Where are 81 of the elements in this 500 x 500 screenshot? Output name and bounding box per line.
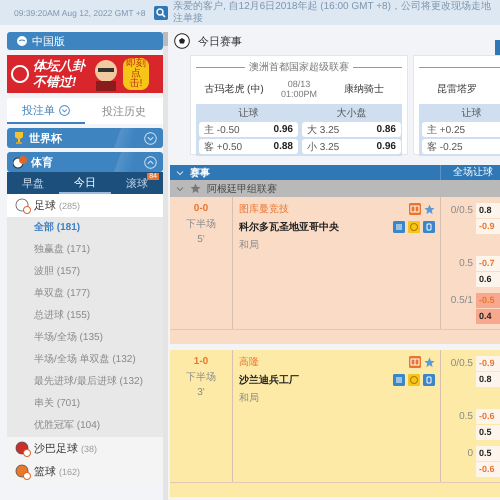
market-tab[interactable]: 早盘 bbox=[7, 172, 59, 194]
market-item[interactable]: 波胆 (157) bbox=[7, 261, 163, 283]
sport-count: (162) bbox=[59, 466, 80, 476]
league-name: 澳洲首都国家超级联赛 bbox=[249, 60, 349, 74]
handicap-text: 0.5 bbox=[458, 257, 474, 271]
market-item[interactable]: 全部 (181) bbox=[7, 217, 163, 239]
team-name: 昆雷塔罗 bbox=[436, 82, 478, 96]
away-team[interactable]: 沙兰迪兵工厂 bbox=[239, 373, 390, 387]
match-period: 下半场 bbox=[186, 218, 216, 231]
match-period: 下半场 bbox=[186, 370, 216, 384]
section-header[interactable]: 体育 bbox=[7, 152, 163, 172]
league-row[interactable]: 阿根廷甲组联赛 bbox=[170, 180, 500, 197]
odds-button[interactable]: -0.6 bbox=[476, 462, 500, 477]
match-card[interactable]: 澳洲首都国家超级联赛 古玛老虎 (中) 08/13 01:00PM 康纳骑士 让球 主 -0.50 0.96 客 +0.50 0.88 大小盘 大 3.25 0.86 小 3.25 0.96 bbox=[190, 55, 408, 155]
promo-banner[interactable]: 体坛八卦 不错过! 即刻点击! bbox=[7, 55, 163, 93]
sport-item[interactable]: 足球 (285) bbox=[7, 194, 163, 217]
match-time: 01:00PM bbox=[280, 89, 318, 99]
bet-tab[interactable]: 投注历史 bbox=[85, 98, 163, 124]
handicap-text: 0 bbox=[466, 447, 474, 461]
odds-button[interactable]: 0.8 bbox=[476, 372, 500, 387]
match-minute: 3' bbox=[197, 387, 205, 398]
market-item[interactable]: 优胜冠军 (104) bbox=[7, 415, 163, 437]
version-bar[interactable]: 中国版 bbox=[7, 32, 163, 50]
odds-button[interactable]: 0.6 bbox=[476, 272, 500, 287]
market-item[interactable]: 串关 (701) bbox=[7, 393, 163, 415]
match-score: 0-0 bbox=[194, 203, 208, 214]
odds-button[interactable]: 主 +0.25 bbox=[422, 122, 500, 137]
market-title: 大小盘 bbox=[336, 106, 368, 120]
notice-text: 亲爱的客户, 自12月6日2018年起 (16:00 GMT +8)，公司将更改现场走地注单接 bbox=[173, 1, 492, 24]
sport-count: (38) bbox=[81, 444, 98, 454]
match-date: 08/13 bbox=[288, 79, 310, 89]
match-card[interactable]: 昆雷塔罗 让球 主 +0.25 客 -0.25 bbox=[413, 55, 500, 155]
odds-button[interactable]: 主 -0.50 0.96 bbox=[199, 122, 298, 137]
version-label: 中国版 bbox=[32, 34, 65, 48]
away-team[interactable]: 科尔多瓦圣地亚哥中央 bbox=[239, 220, 390, 234]
handicap-text: 0/0.5 bbox=[450, 204, 474, 218]
odds-button[interactable]: -0.6 bbox=[476, 409, 500, 424]
handicap-text: 0/0.5 bbox=[450, 357, 474, 371]
odds-button[interactable]: -0.9 bbox=[476, 356, 500, 371]
odds-button[interactable]: -0.7 bbox=[476, 256, 500, 271]
match-minute: 5' bbox=[197, 234, 205, 245]
odds-button[interactable]: 0.5 bbox=[476, 425, 500, 440]
section-header[interactable]: 世界杯 bbox=[7, 128, 163, 148]
market-item[interactable]: 半场/全场 (135) bbox=[7, 327, 163, 349]
odds-button[interactable]: 客 -0.25 bbox=[422, 139, 500, 154]
market-item[interactable]: 半场/全场 单双盘 (132) bbox=[7, 349, 163, 371]
odds-button[interactable]: 小 3.25 0.96 bbox=[302, 139, 401, 154]
bet-tab[interactable]: 投注单 bbox=[7, 98, 85, 124]
odds-button[interactable]: 0.4 bbox=[476, 309, 500, 324]
sport-name: 篮球 bbox=[34, 465, 56, 479]
market-item[interactable]: 独赢盘 (171) bbox=[7, 239, 163, 261]
banner-headline: 体坛八卦 bbox=[33, 58, 85, 74]
market-title: 让球 bbox=[238, 106, 260, 120]
sport-name: 沙巴足球 bbox=[34, 442, 78, 456]
handicap-text: 0.5/1 bbox=[450, 294, 474, 308]
team-name: 古玛老虎 (中) bbox=[203, 82, 265, 96]
odds-button[interactable]: 大 3.25 0.86 bbox=[302, 122, 401, 137]
odds-button[interactable]: 0.8 bbox=[476, 203, 500, 218]
market-title: 让球 bbox=[460, 106, 482, 120]
team-name: 康纳骑士 bbox=[343, 82, 385, 96]
sport-count: (285) bbox=[59, 200, 80, 210]
odds-button[interactable]: -0.9 bbox=[476, 219, 500, 234]
market-item[interactable]: 最先进球/最后进球 (132) bbox=[7, 371, 163, 393]
sport-name: 足球 bbox=[34, 199, 56, 213]
league-name: 阿根廷甲组联赛 bbox=[207, 182, 277, 196]
home-team[interactable]: 高隆 bbox=[239, 355, 406, 369]
market-item[interactable]: 单双盘 (177) bbox=[7, 283, 163, 305]
odds-button[interactable]: 客 +0.50 0.88 bbox=[199, 139, 298, 154]
banner-badge: 即刻点击! bbox=[123, 58, 149, 90]
match-score: 1-0 bbox=[194, 356, 208, 367]
market-item[interactable]: 总进球 (155) bbox=[7, 305, 163, 327]
section-label: 体育 bbox=[31, 155, 54, 170]
odds-button[interactable]: 0.5 bbox=[476, 446, 500, 461]
section-title: 今日赛事 bbox=[198, 34, 243, 48]
draw-label: 和局 bbox=[239, 238, 260, 252]
banner-headline: 不错过! bbox=[33, 74, 78, 90]
section-label: 世界杯 bbox=[29, 132, 64, 146]
clock-text: 09:39:20AM Aug 12, 2022 GMT +8 bbox=[14, 8, 146, 18]
column-header: 赛事 bbox=[190, 166, 210, 180]
draw-label: 和局 bbox=[239, 392, 260, 405]
handicap-text: 0.5 bbox=[458, 410, 474, 424]
